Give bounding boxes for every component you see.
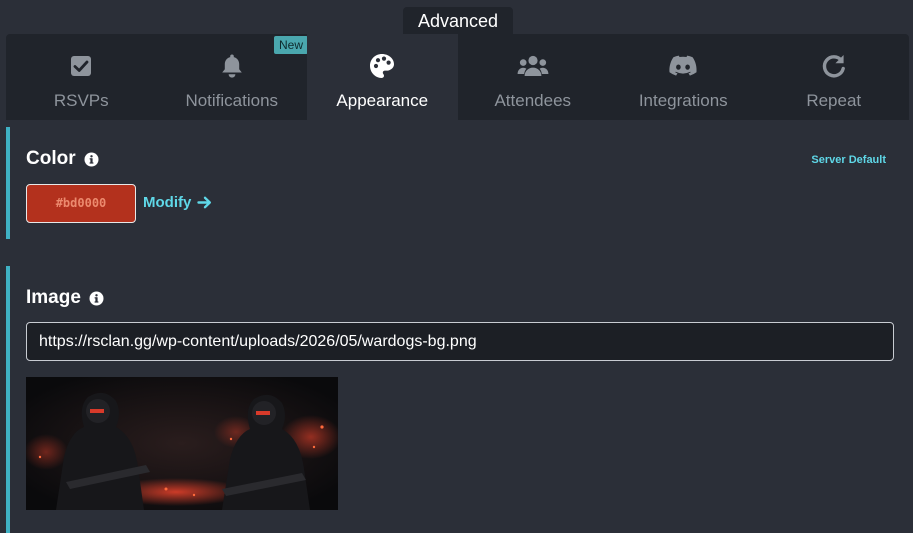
tab-rsvps-label: RSVPs — [53, 91, 109, 110]
redo-icon — [821, 53, 847, 79]
tab-attendees[interactable]: Attendees — [458, 34, 609, 120]
checkbox-icon — [70, 53, 92, 79]
discord-icon — [669, 53, 697, 79]
tab-repeat[interactable]: Repeat — [759, 34, 910, 120]
palette-icon — [369, 53, 395, 79]
new-badge: New — [273, 36, 308, 54]
settings-tab-bar: RSVPs New Notifications Appearance Atten… — [6, 34, 909, 120]
color-title-text: Color — [26, 148, 76, 169]
tab-integrations-label: Integrations — [638, 91, 728, 110]
info-icon[interactable] — [89, 291, 104, 306]
info-icon[interactable] — [84, 152, 99, 167]
tab-appearance[interactable]: Appearance — [307, 34, 458, 120]
tab-attendees-label: Attendees — [494, 91, 572, 110]
color-section: Color Server Default #bd0000 Modify — [6, 127, 909, 239]
tab-notifications[interactable]: New Notifications — [157, 34, 308, 120]
modify-color-link[interactable]: Modify — [143, 194, 212, 211]
tab-rsvps[interactable]: RSVPs — [6, 34, 157, 120]
tab-integrations[interactable]: Integrations — [608, 34, 759, 120]
users-icon — [517, 53, 549, 79]
modify-label: Modify — [143, 194, 192, 211]
server-default-link[interactable]: Server Default — [811, 154, 886, 166]
arrow-right-icon — [197, 196, 212, 209]
advanced-section-label: Advanced — [403, 7, 513, 35]
image-section-title: Image — [26, 287, 104, 309]
image-preview — [26, 377, 338, 510]
tab-repeat-label: Repeat — [806, 91, 862, 110]
image-section: Image — [6, 266, 909, 533]
bell-icon — [221, 53, 243, 79]
advanced-settings-panel: Advanced RSVPs New Notifications Appeara… — [0, 0, 913, 533]
color-section-title: Color — [26, 148, 99, 170]
tab-appearance-label: Appearance — [336, 91, 429, 110]
color-swatch[interactable]: #bd0000 — [26, 184, 136, 223]
image-url-input[interactable] — [26, 322, 894, 361]
tab-notifications-label: Notifications — [185, 91, 279, 110]
image-title-text: Image — [26, 287, 81, 308]
